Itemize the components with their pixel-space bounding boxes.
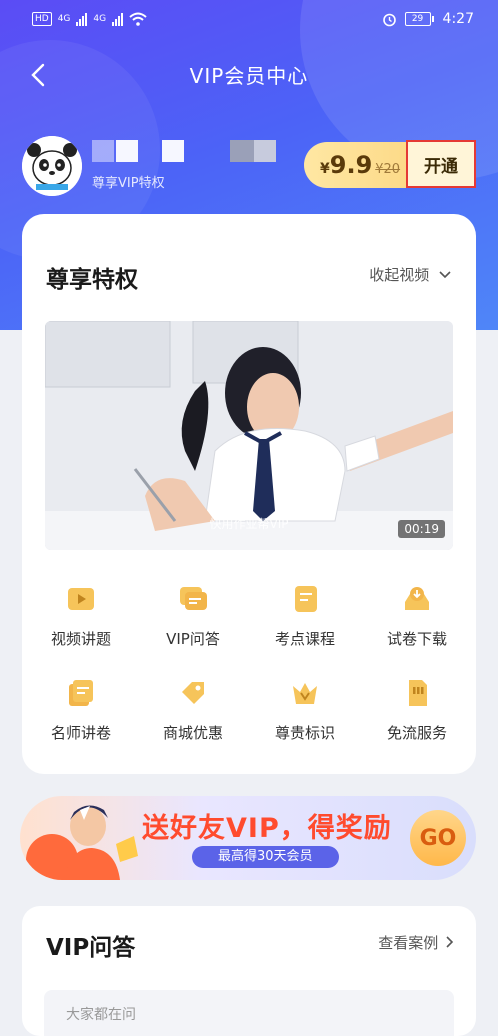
status-bar: HD 4G 4G 29 4:27: [0, 0, 498, 42]
signal-icon: [76, 12, 88, 26]
hd-icon: HD: [32, 12, 52, 26]
privilege-label: VIP问答: [166, 630, 220, 648]
qa-preview[interactable]: 大家都在问: [44, 990, 454, 1036]
privilege-item-data[interactable]: 免流服务: [362, 678, 472, 743]
chevron-right-icon: [446, 936, 454, 948]
privilege-item-vip-qa[interactable]: VIP问答: [138, 584, 248, 649]
privileges-card: 尊享特权 收起视频 快用作业帮VIP 00:19 视频讲题 VIP问答 考点课程…: [22, 214, 476, 774]
video-watermark: 快用作业帮VIP: [209, 517, 289, 531]
page-title: VIP会员中心: [189, 64, 309, 88]
panda-avatar-icon: [22, 136, 82, 196]
alarm-icon: [382, 13, 396, 26]
privilege-item-mall[interactable]: 商城优惠: [138, 678, 248, 743]
username-masked: [92, 140, 292, 166]
video-duration: 00:19: [398, 520, 445, 538]
privilege-label: 名师讲卷: [50, 724, 111, 742]
video-player[interactable]: 快用作业帮VIP 00:19: [45, 321, 453, 550]
privilege-label: 试卷下载: [386, 630, 447, 648]
vip-qa-title: VIP问答: [46, 935, 136, 961]
tag-icon: [178, 678, 208, 708]
chat-icon: [178, 584, 208, 614]
privilege-item-teacher[interactable]: 名师讲卷: [26, 678, 136, 743]
open-vip-button[interactable]: 开通: [406, 140, 476, 188]
view-cases-label: 查看案例: [378, 934, 439, 952]
privilege-item-course[interactable]: 考点课程: [250, 584, 360, 649]
battery-icon: 29: [404, 12, 434, 26]
privilege-label: 视频讲题: [50, 630, 111, 648]
chevron-down-icon: [439, 271, 451, 279]
clock: 4:27: [442, 11, 474, 27]
paper-icon: [66, 678, 96, 708]
wifi-icon: [129, 12, 147, 26]
price-value: 9.9: [329, 151, 373, 179]
privilege-label: 尊贵标识: [274, 724, 335, 742]
privilege-item-badge[interactable]: 尊贵标识: [250, 678, 360, 743]
avatar[interactable]: [22, 136, 82, 196]
network-label-b: 4G: [93, 14, 107, 24]
banner-subtitle: 最高得30天会员: [192, 846, 339, 868]
view-cases-link[interactable]: 查看案例: [378, 932, 454, 953]
mascot-illustration: [26, 805, 138, 880]
price-currency: ¥: [320, 161, 330, 177]
privilege-label: 考点课程: [274, 630, 335, 648]
old-price: ¥20: [375, 162, 401, 177]
privileges-title: 尊享特权: [46, 267, 138, 293]
book-icon: [290, 584, 320, 614]
vip-qa-card: VIP问答 查看案例 大家都在问: [22, 906, 476, 1036]
privilege-item-download[interactable]: 试卷下载: [362, 584, 472, 649]
go-button[interactable]: GO: [410, 810, 466, 866]
privilege-label: 免流服务: [386, 724, 447, 742]
video-icon: [66, 584, 96, 614]
crown-icon: [290, 678, 320, 708]
network-label-a: 4G: [57, 14, 71, 24]
invite-banner[interactable]: 送好友VIP，得奖励 最高得30天会员 GO: [20, 796, 476, 880]
sim-icon: [402, 678, 432, 708]
price: ¥9.9 ¥20: [320, 151, 400, 179]
privilege-label: 商城优惠: [162, 724, 223, 742]
download-icon: [402, 584, 432, 614]
collapse-video-button[interactable]: 收起视频: [369, 264, 452, 285]
vip-subtitle: 尊享VIP特权: [92, 176, 165, 191]
qa-preview-label: 大家都在问: [66, 1007, 136, 1023]
banner-title: 送好友VIP，得奖励: [142, 813, 392, 844]
collapse-video-label: 收起视频: [369, 266, 430, 284]
privilege-item-video[interactable]: 视频讲题: [26, 584, 136, 649]
signal-icon: [112, 12, 124, 26]
